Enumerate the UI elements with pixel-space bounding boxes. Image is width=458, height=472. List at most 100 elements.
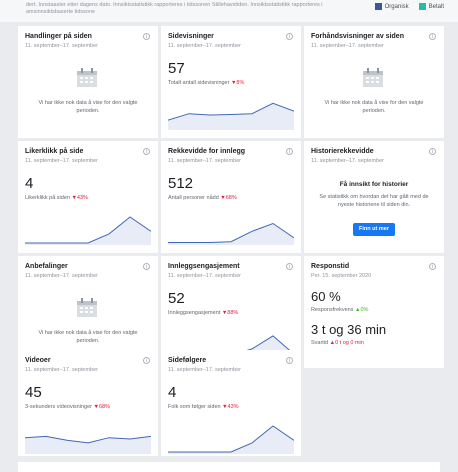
story-heading: Få innsikt for historier <box>339 181 409 188</box>
sparkline-chart <box>168 102 294 130</box>
metric-description: Likerklikk på siden ▼43% <box>25 195 88 201</box>
change-badge: ▼68% <box>220 195 237 201</box>
sparkline-area <box>168 103 294 130</box>
metric-label: 3-sekunders videovisninger <box>25 404 92 410</box>
info-icon[interactable]: i <box>143 33 150 40</box>
card-title: Innleggsengasjement <box>168 263 240 270</box>
calendar-icon <box>77 298 97 317</box>
card-title: Responstid <box>311 263 350 270</box>
calendar-icon <box>363 68 383 87</box>
response-rate-label: Responsfrekvens <box>311 307 354 313</box>
card-date-range: 11. september–17. september <box>168 43 241 49</box>
top-strip: dert. Innstaaster etter dagens dato. Inn… <box>0 0 458 22</box>
response-time-value: 3 t og 36 min <box>311 322 387 337</box>
legend-organic-label: Organisk <box>384 3 409 10</box>
metric-label: Antall personer nådd <box>168 195 219 201</box>
change-badge: ▼88% <box>221 310 239 316</box>
card-title: Sidevisninger <box>168 33 214 40</box>
sparkline-chart <box>168 222 294 245</box>
metric-value: 52 <box>168 290 185 307</box>
card-title: Rekkevidde for innlegg <box>168 148 246 155</box>
card-response-time[interactable]: Responstid Per. 15. september 2020 i 60 … <box>304 256 444 368</box>
card-date-range: 11. september–17. september <box>168 367 241 373</box>
card-story-reach[interactable]: Historierekkevidde 11. september–17. sep… <box>304 141 444 253</box>
card-date: Per. 15. september 2020 <box>311 273 372 279</box>
info-icon[interactable]: i <box>143 148 150 155</box>
card-page-followers[interactable]: Sidefølgere 11. september–17. september … <box>161 350 301 456</box>
info-icon[interactable]: i <box>143 263 150 270</box>
sparkline-area <box>25 217 151 245</box>
legend-organic-swatch <box>374 3 382 10</box>
sparkline-chart <box>25 216 151 245</box>
response-rate-value: 60 % <box>311 289 341 304</box>
legend: Organisk Betalt <box>374 3 444 10</box>
card-date-range: 11. september–17. september <box>25 158 98 164</box>
change-badge: ▲0% <box>355 307 369 313</box>
card-title: Likerklikk på side <box>25 148 84 155</box>
card-date-range: 11. september–17. september <box>25 273 98 279</box>
card-title: Historierekkevidde <box>311 148 374 155</box>
card-title: Forhåndsvisninger av siden <box>311 33 404 40</box>
metric-value: 4 <box>168 384 177 401</box>
sparkline-area <box>168 426 294 454</box>
metric-value: 512 <box>168 175 194 192</box>
card-page-previews[interactable]: Forhåndsvisninger av siden 11. september… <box>304 26 444 138</box>
card-page-actions[interactable]: Handlinger på siden 11. september–17. se… <box>18 26 158 138</box>
card-videos[interactable]: Videoer 11. september–17. september i 45… <box>18 350 158 456</box>
story-description: Se statistikk om hvordan det har gått me… <box>319 194 429 208</box>
card-title: Videoer <box>25 357 51 364</box>
info-icon[interactable]: i <box>286 33 293 40</box>
metric-description: 3-sekunders videovisninger ▼68% <box>25 404 110 410</box>
metric-label: Innleggsengasjement <box>168 310 221 316</box>
card-date-range: 11. september–17. september <box>168 158 241 164</box>
change-badge: ▼43% <box>71 195 88 201</box>
change-badge: ▼43% <box>222 404 239 410</box>
legend-organic[interactable]: Organisk <box>374 3 409 10</box>
no-data-message: Vi har ikke nok data å vise for den valg… <box>38 330 138 344</box>
change-badge: ▼8% <box>230 80 245 86</box>
no-data-message: Vi har ikke nok data å vise for den valg… <box>38 100 138 114</box>
metric-description: Antall personer nådd ▼68% <box>168 195 237 201</box>
sparkline-chart <box>25 435 151 454</box>
legend-paid-swatch <box>418 3 426 10</box>
response-time-label: Svartid <box>311 340 329 346</box>
card-date-range: 11. september–17. september <box>25 367 98 373</box>
info-icon[interactable]: i <box>429 33 436 40</box>
info-icon[interactable]: i <box>286 263 293 270</box>
legend-paid[interactable]: Betalt <box>418 3 444 10</box>
card-page-views[interactable]: Sidevisninger 11. september–17. septembe… <box>161 26 301 138</box>
metric-description: Totalt antall sidevisninger ▼8% <box>168 80 244 86</box>
card-date-range: 11. september–17. september <box>25 43 98 49</box>
sparkline-chart <box>168 425 294 454</box>
card-date-range: 11. september–17. september <box>311 43 384 49</box>
info-icon[interactable]: i <box>429 263 436 270</box>
no-data-message: Vi har ikke nok data å vise for den valg… <box>324 100 424 114</box>
card-page-likes[interactable]: Likerklikk på side 11. september–17. sep… <box>18 141 158 253</box>
metric-description: Innleggsengasjement ▼88% <box>168 310 238 316</box>
learn-more-button[interactable]: Finn ut mer <box>353 223 395 236</box>
info-icon[interactable]: i <box>286 148 293 155</box>
calendar-icon <box>77 68 97 87</box>
metric-label: Likerklikk på siden <box>25 195 70 201</box>
metric-value: 57 <box>168 60 185 77</box>
metric-description: Folk som følger siden ▼43% <box>168 404 239 410</box>
metric-label: Folk som følger siden <box>168 404 221 410</box>
legend-paid-label: Betalt <box>428 3 444 10</box>
card-date-range: 11. september–17. september <box>168 273 241 279</box>
metric-value: 45 <box>25 384 42 401</box>
card-title: Handlinger på siden <box>25 33 92 40</box>
card-post-reach[interactable]: Rekkevidde for innlegg 11. september–17.… <box>161 141 301 253</box>
metric-value: 4 <box>25 175 34 192</box>
info-icon[interactable]: i <box>143 357 150 364</box>
timezone-note: dert. Innstaaster etter dagens dato. Inn… <box>26 2 323 15</box>
next-section <box>18 462 440 472</box>
card-date-range: 11. september–17. september <box>311 158 384 164</box>
info-icon[interactable]: i <box>429 148 436 155</box>
change-badge: ▲0 t og 0 min <box>329 340 364 346</box>
change-badge: ▼68% <box>93 404 110 410</box>
info-icon[interactable]: i <box>286 357 293 364</box>
response-rate-description: Responsfrekvens ▲0% <box>311 307 368 313</box>
card-title: Anbefalinger <box>25 263 68 270</box>
metric-label: Totalt antall sidevisninger <box>168 80 230 86</box>
response-time-description: Svartid ▲0 t og 0 min <box>311 340 364 346</box>
